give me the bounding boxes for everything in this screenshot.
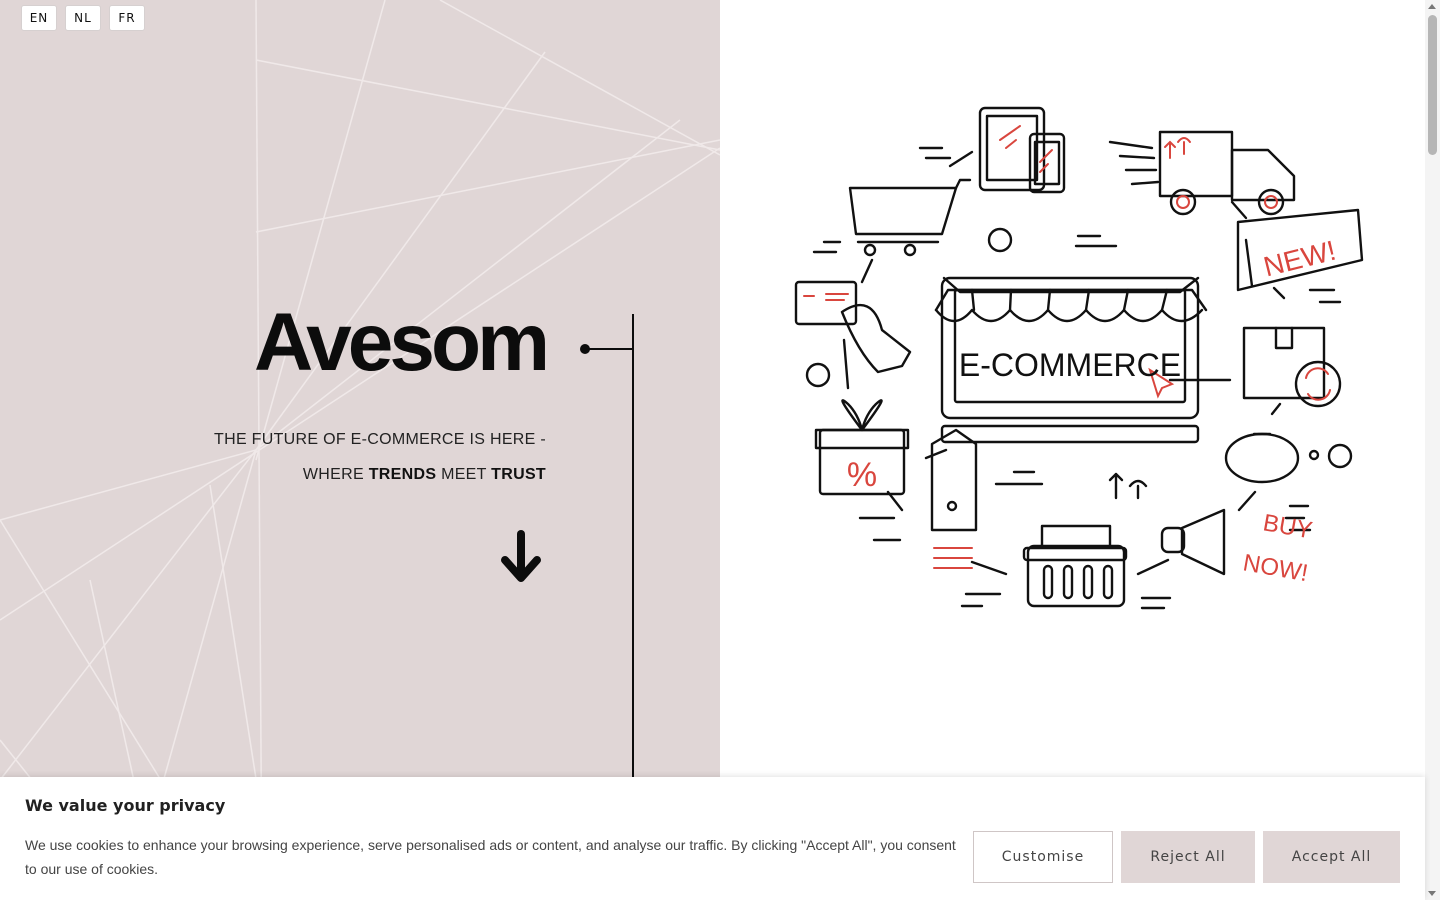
brand-title: Avesom (254, 297, 550, 388)
tagline-trust: TRUST (491, 466, 546, 483)
tagline-meet: MEET (441, 466, 487, 483)
decorative-horizontal-line (586, 348, 634, 350)
decorative-dot (580, 344, 590, 354)
tagline-trends: TRENDS (368, 466, 437, 483)
language-switcher: EN NL FR (21, 5, 145, 31)
decorative-vertical-line (632, 314, 634, 784)
illustration-buy-label: BUY (1261, 509, 1314, 544)
page-scrollbar[interactable] (1425, 0, 1440, 900)
lang-button-nl[interactable]: NL (65, 5, 101, 31)
cookie-title: We value your privacy (25, 796, 226, 815)
hero-tagline: THE FUTURE OF E-COMMERCE IS HERE - WHERE… (214, 422, 546, 492)
lang-button-en[interactable]: EN (21, 5, 57, 31)
cookie-consent-banner: We value your privacy We use cookies to … (0, 777, 1425, 900)
scroll-down-small-arrow-icon[interactable] (1428, 891, 1436, 896)
tagline-where: WHERE (302, 466, 364, 483)
scroll-up-arrow-icon[interactable] (1428, 4, 1436, 9)
illustration-center-label: E-COMMERCE (959, 347, 1181, 383)
ecommerce-illustration: E-COMMERCE NEW! BUY NOW! % (790, 100, 1380, 625)
lang-button-fr[interactable]: FR (109, 5, 145, 31)
customise-button[interactable]: Customise (973, 831, 1113, 883)
cookie-description: We use cookies to enhance your browsing … (25, 837, 956, 877)
tagline-line-2: WHERE TRENDS MEET TRUST (214, 457, 546, 492)
scroll-down-arrow-icon[interactable] (499, 530, 543, 591)
hero-left-panel: EN NL FR Avesom THE FUTURE OF E-COMMERCE… (0, 0, 720, 900)
reject-all-button[interactable]: Reject All (1121, 831, 1255, 883)
illustration-now-label: NOW! (1241, 549, 1310, 587)
accept-all-button[interactable]: Accept All (1263, 831, 1400, 883)
tagline-line-1: THE FUTURE OF E-COMMERCE IS HERE - (214, 431, 546, 448)
scrollbar-thumb[interactable] (1428, 15, 1437, 155)
illustration-percent-label: % (847, 456, 877, 494)
